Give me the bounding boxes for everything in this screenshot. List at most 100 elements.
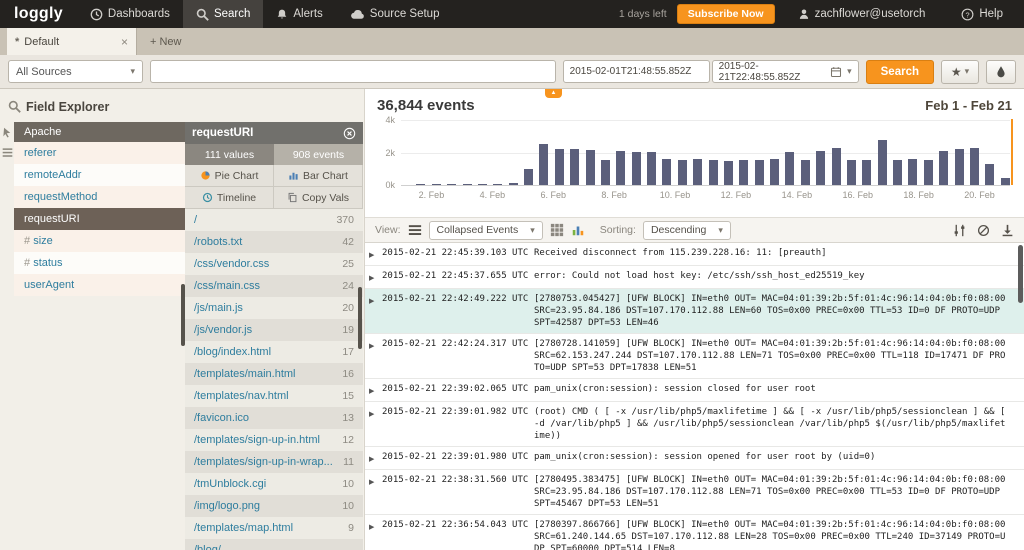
expand-arrow-icon[interactable]: ▶ (369, 451, 382, 465)
field-value-row[interactable]: /templates/nav.html15 (185, 385, 363, 407)
chart-bar[interactable] (662, 159, 671, 185)
field-value-row[interactable]: /templates/main.html16 (185, 363, 363, 385)
chart-bar[interactable] (785, 152, 794, 185)
chart-bar[interactable] (739, 160, 748, 185)
chart-bar[interactable] (432, 184, 441, 185)
field-item-requestURI[interactable]: requestURI (14, 208, 185, 230)
field-value-row[interactable]: /css/vendor.css25 (185, 253, 363, 275)
field-item-size[interactable]: # size (14, 230, 185, 252)
field-group-apache[interactable]: Apache (14, 122, 185, 142)
chart-bar[interactable] (939, 151, 948, 185)
chart-bar[interactable] (724, 161, 733, 185)
field-value-row[interactable]: /370 (185, 209, 363, 231)
field-value-row[interactable]: /tmUnblock.cgi10 (185, 473, 363, 495)
field-value-row[interactable]: /blog/index.html17 (185, 341, 363, 363)
field-item-status[interactable]: # status (14, 252, 185, 274)
chart-bar[interactable] (586, 150, 595, 185)
event-row[interactable]: ▶2015-02-21 22:45:39.103 UTCReceived dis… (365, 243, 1024, 266)
chart-bar[interactable] (970, 148, 979, 185)
filter-sliders-icon[interactable] (953, 224, 966, 237)
chart-bar[interactable] (632, 152, 641, 185)
chart-bar[interactable] (678, 160, 687, 185)
field-value-row[interactable]: /js/main.js20 (185, 297, 363, 319)
chart-bar[interactable] (801, 160, 810, 185)
event-row[interactable]: ▶2015-02-21 22:39:02.065 UTCpam_unix(cro… (365, 379, 1024, 402)
chart-bar[interactable] (616, 151, 625, 185)
all-sources-select[interactable]: All Sources ▾ (8, 60, 143, 83)
grid-view-icon[interactable] (550, 223, 564, 237)
chart-bar[interactable] (924, 160, 933, 185)
search-button[interactable]: Search (866, 60, 934, 84)
chart-bar[interactable] (447, 184, 456, 185)
chart-bar[interactable] (832, 148, 841, 185)
expand-arrow-icon[interactable]: ▶ (369, 474, 382, 488)
list-icon[interactable] (2, 147, 13, 158)
nav-help[interactable]: ? Help (948, 8, 1016, 21)
expand-arrow-icon[interactable]: ▶ (369, 270, 382, 284)
chart-bar[interactable] (1001, 178, 1010, 185)
field-item-requestMethod[interactable]: requestMethod (14, 186, 185, 208)
chart-bar[interactable] (416, 184, 425, 185)
close-icon[interactable]: × (121, 35, 128, 49)
chart-bar[interactable] (555, 149, 564, 185)
field-item-remoteAddr[interactable]: remoteAddr (14, 164, 185, 186)
chart-bar[interactable] (493, 184, 502, 185)
event-row[interactable]: ▶2015-02-21 22:39:01.982 UTC(root) CMD (… (365, 402, 1024, 447)
view-mode-select[interactable]: Collapsed Events ▾ (429, 221, 543, 240)
close-circle-icon[interactable] (343, 127, 356, 140)
chart-bar[interactable] (570, 149, 579, 185)
chart-bar[interactable] (463, 184, 472, 185)
live-tail-button[interactable] (986, 60, 1016, 84)
chart-bar[interactable] (709, 160, 718, 185)
pie-chart-button[interactable]: Pie Chart (185, 165, 274, 187)
copy-vals-button[interactable]: Copy Vals (274, 187, 363, 209)
field-item-referer[interactable]: referer (14, 142, 185, 164)
chart-bar[interactable] (908, 159, 917, 185)
field-value-row[interactable]: /templates/sign-up-in.html12 (185, 429, 363, 451)
event-row[interactable]: ▶2015-02-21 22:42:24.317 UTC[2780728.141… (365, 334, 1024, 379)
sorting-select[interactable]: Descending ▾ (643, 221, 731, 240)
calendar-icon[interactable] (830, 66, 842, 78)
chart-bar[interactable] (478, 184, 487, 185)
event-row[interactable]: ▶2015-02-21 22:38:31.560 UTC[2780495.383… (365, 470, 1024, 515)
chart-bar[interactable] (878, 140, 887, 185)
bar-chart-button[interactable]: Bar Chart (274, 165, 363, 187)
tab-default[interactable]: * Default × (7, 28, 137, 55)
event-row[interactable]: ▶2015-02-21 22:45:37.655 UTCerror: Could… (365, 266, 1024, 289)
loggly-logo[interactable]: loggly (0, 0, 77, 28)
user-menu[interactable]: zachflower@usetorch (785, 8, 939, 20)
timeline-button[interactable]: Timeline (185, 187, 274, 209)
date-to-input[interactable]: 2015-02-21T22:48:55.852Z ▾ (712, 60, 859, 83)
nav-dashboards[interactable]: Dashboards (77, 0, 183, 28)
field-value-row[interactable]: /blog/ (185, 539, 363, 550)
field-value-row[interactable]: /css/main.css24 (185, 275, 363, 297)
nav-alerts[interactable]: Alerts (263, 0, 335, 28)
expand-arrow-icon[interactable]: ▶ (369, 383, 382, 397)
field-value-row[interactable]: /img/logo.png10 (185, 495, 363, 517)
field-value-row[interactable]: /robots.txt42 (185, 231, 363, 253)
date-from-input[interactable]: 2015-02-01T21:48:55.852Z (563, 60, 710, 83)
pointer-icon[interactable] (2, 127, 13, 138)
field-value-row[interactable]: /templates/sign-up-in-wrap...11 (185, 451, 363, 473)
exclude-icon[interactable] (977, 224, 990, 237)
event-row[interactable]: ▶2015-02-21 22:39:01.980 UTCpam_unix(cro… (365, 447, 1024, 470)
chart-bar[interactable] (601, 160, 610, 185)
field-value-row[interactable]: /favicon.ico13 (185, 407, 363, 429)
expand-arrow-icon[interactable]: ▶ (369, 338, 382, 352)
chart-view-icon[interactable] (571, 223, 585, 237)
field-item-userAgent[interactable]: userAgent (14, 274, 185, 296)
expand-arrow-icon[interactable]: ▶ (369, 293, 382, 307)
surround-search-toggle[interactable]: ▲ (545, 89, 562, 98)
field-value-row[interactable]: /templates/map.html9 (185, 517, 363, 539)
list-view-icon[interactable] (408, 223, 422, 237)
scrollbar-thumb[interactable] (1018, 245, 1023, 303)
chart-bar[interactable] (770, 159, 779, 185)
chart-bar[interactable] (862, 160, 871, 185)
event-row[interactable]: ▶2015-02-21 22:36:54.043 UTC[2780397.866… (365, 515, 1024, 550)
chart-bar[interactable] (509, 183, 518, 185)
search-query-input[interactable] (150, 60, 556, 83)
chevron-down-icon[interactable]: ▾ (847, 66, 852, 77)
chart-bar[interactable] (693, 159, 702, 185)
chart-bar[interactable] (524, 169, 533, 185)
expand-arrow-icon[interactable]: ▶ (369, 519, 382, 533)
